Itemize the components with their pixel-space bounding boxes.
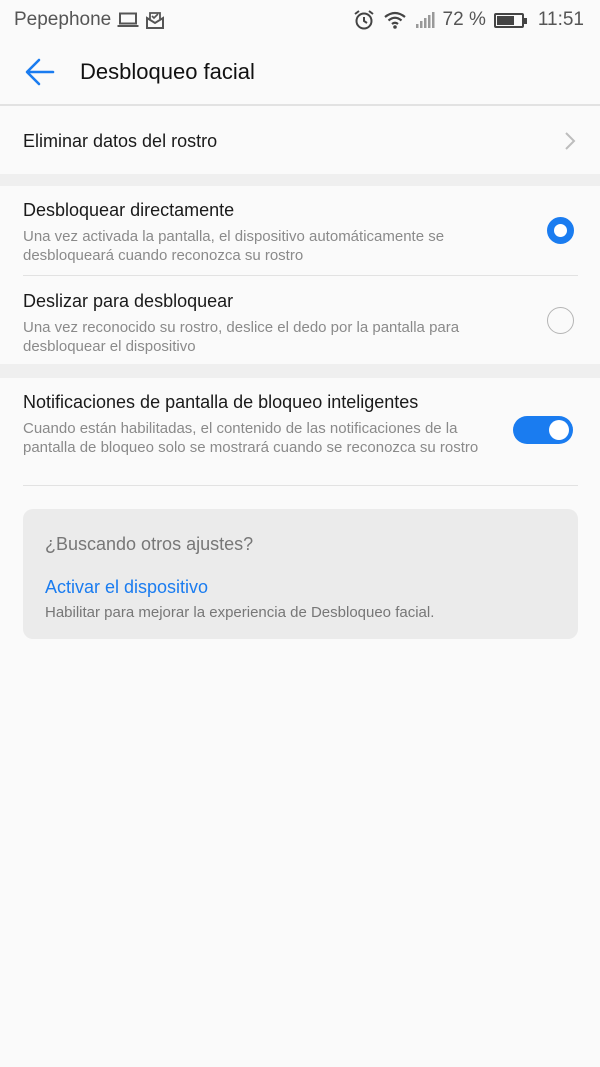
suggestion-card-title: ¿Buscando otros ajustes?: [45, 534, 254, 554]
wifi-icon: [383, 10, 407, 30]
signal-icon: [415, 11, 435, 29]
status-bar-right: 72 % 11:51: [353, 9, 584, 31]
arrow-back-icon: [25, 58, 55, 86]
delete-face-data-label: Eliminar datos del rostro: [23, 130, 218, 151]
battery-icon: [493, 12, 527, 28]
option-title: Desbloquear directamente: [23, 200, 235, 220]
option-swipe-to-unlock[interactable]: Deslizar para desbloquear Una vez recono…: [0, 291, 600, 361]
smart-notifications-toggle[interactable]: [513, 416, 573, 444]
battery-level: [496, 15, 515, 25]
alarm-icon: [353, 9, 375, 31]
toggle-knob: [549, 420, 569, 440]
row-divider: [23, 275, 578, 276]
app-bar: Desbloqueo facial: [0, 40, 600, 106]
section-divider: [0, 364, 600, 378]
back-button[interactable]: [0, 39, 80, 105]
option-description: Una vez activada la pantalla, el disposi…: [23, 228, 445, 264]
suggestion-card: ¿Buscando otros ajustes? Activar el disp…: [23, 509, 578, 639]
option-unlock-directly[interactable]: Desbloquear directamente Una vez activad…: [0, 200, 600, 275]
clock: 11:51: [537, 9, 584, 30]
status-bar: Pepephone 72 % 11:51: [0, 0, 600, 40]
section-divider: [0, 174, 600, 186]
suggestion-card-description: Habilitar para mejorar la experiencia de…: [45, 604, 435, 621]
smart-notifications-row[interactable]: Notificaciones de pantalla de bloqueo in…: [0, 392, 600, 482]
laptop-icon: [117, 12, 139, 28]
smart-notifications-title: Notificaciones de pantalla de bloqueo in…: [23, 392, 419, 412]
chevron-right-icon: [565, 132, 576, 150]
option-description: Una vez reconocido su rostro, deslice el…: [23, 319, 460, 355]
battery-percent: 72 %: [442, 9, 486, 30]
activate-device-link[interactable]: Activar el dispositivo: [45, 577, 556, 598]
row-divider: [23, 485, 578, 486]
radio-swipe-to-unlock[interactable]: [547, 307, 574, 334]
mail-icon: [145, 11, 165, 29]
delete-face-data-row[interactable]: Eliminar datos del rostro: [0, 108, 600, 174]
status-bar-left: Pepephone: [14, 9, 165, 31]
radio-unlock-directly[interactable]: [547, 217, 574, 244]
page-title: Desbloqueo facial: [80, 59, 255, 84]
option-title: Deslizar para desbloquear: [23, 291, 234, 311]
carrier-name: Pepephone: [14, 9, 112, 30]
smart-notifications-description: Cuando están habilitadas, el contenido d…: [23, 420, 479, 456]
